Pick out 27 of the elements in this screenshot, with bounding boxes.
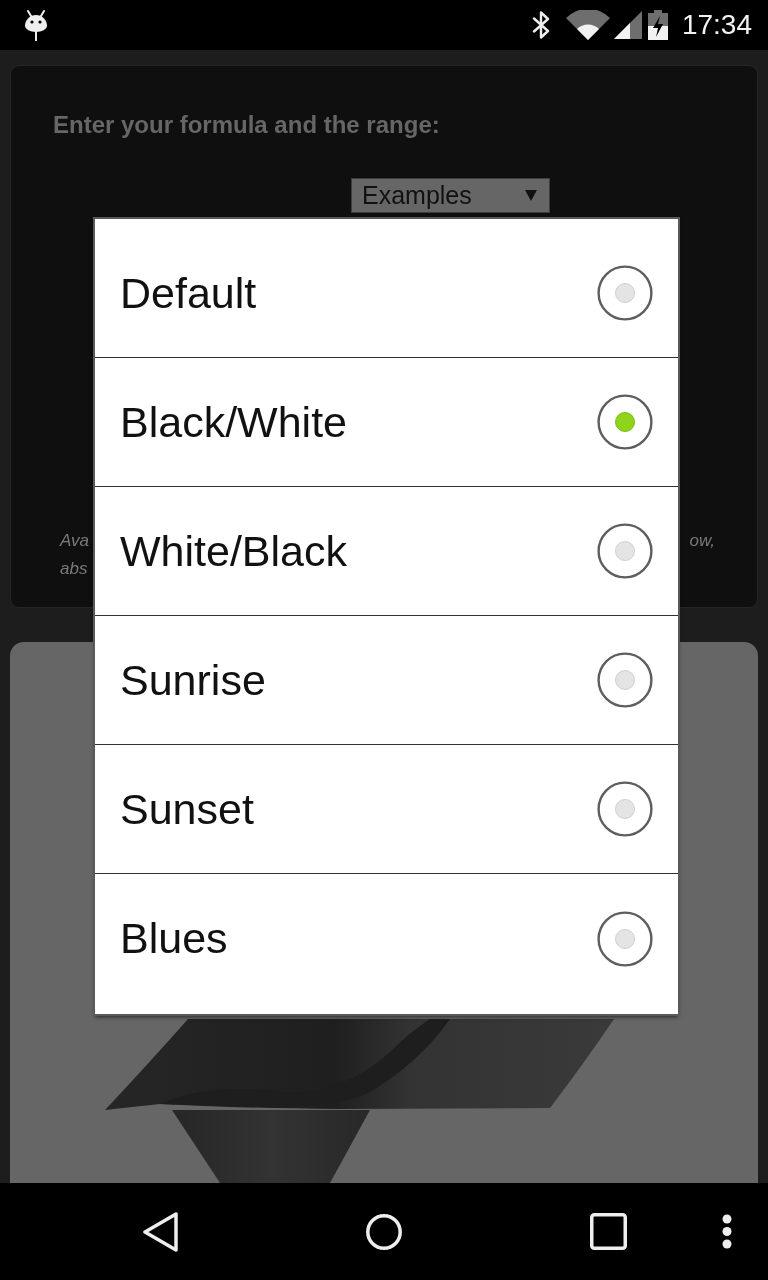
menu-icon[interactable] [722,1214,732,1249]
signal-icon [613,11,642,39]
android-icon [25,9,47,41]
caret-icon [525,190,537,201]
scheme-option[interactable]: Blues [95,874,678,1003]
scheme-option[interactable]: Sunset [95,745,678,874]
recents-icon[interactable] [589,1213,627,1250]
radio-button[interactable] [597,265,653,321]
clock-time: 17:34 [681,9,752,41]
radio-button[interactable] [597,394,653,450]
formula-heading: Enter your formula and the range: [53,110,441,140]
scheme-option[interactable]: Black/White [95,358,678,487]
bluetooth-icon [530,11,552,39]
scheme-option[interactable]: Default [95,229,678,358]
radio-button[interactable] [597,652,653,708]
radio-button[interactable] [597,781,653,837]
wifi-icon [565,10,610,40]
back-icon[interactable] [142,1211,178,1252]
note-text: ow, [689,530,715,552]
radio-button[interactable] [597,910,653,967]
note-text: Ava [60,530,89,552]
home-icon[interactable] [366,1213,402,1250]
radio-button[interactable] [597,523,653,579]
battery-icon [647,10,668,40]
note-text: abs [60,558,88,580]
scheme-option[interactable]: White/Black [95,487,678,616]
scheme-option[interactable]: Sunrise [95,616,678,745]
